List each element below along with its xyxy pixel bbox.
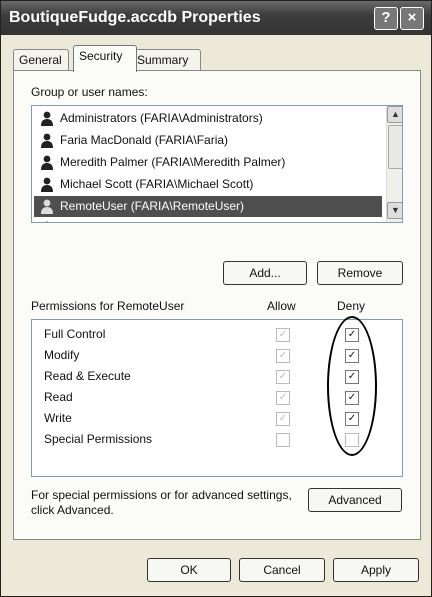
vertical-scrollbar[interactable]: ▲ ▼ — [386, 106, 402, 222]
scroll-thumb[interactable] — [388, 125, 402, 169]
user-list-item[interactable]: Administrators (FARIA\Administrators) — [34, 108, 382, 129]
advanced-note-line2: click Advanced. — [31, 503, 114, 517]
security-panel: Group or user names: Administrators (FAR… — [13, 70, 421, 540]
add-button[interactable]: Add... — [223, 261, 307, 285]
user-list-item[interactable]: Michael Scott (FARIA\Michael Scott) — [34, 174, 382, 195]
deny-highlight-circle — [327, 316, 377, 456]
close-button[interactable]: × — [400, 7, 424, 30]
deny-column-label: Deny — [337, 299, 366, 313]
tab-general[interactable]: General — [13, 49, 69, 70]
user-listbox[interactable]: Administrators (FARIA\Administrators) Far… — [31, 105, 403, 223]
advanced-note-line1: For special permissions or for advanced … — [31, 488, 292, 502]
user-list-item[interactable]: Meredith Palmer (FARIA\Meredith Palmer) — [34, 152, 382, 173]
allow-column-label: Allow — [267, 299, 296, 313]
allow-checkbox: ✓ — [276, 370, 290, 384]
user-name: Michael Scott (FARIA\Michael Scott) — [60, 177, 254, 191]
user-name: Stanley Hudson (FARIA\Stanley Hudson) — [60, 218, 279, 222]
user-icon — [40, 199, 54, 214]
title-bar[interactable]: BoutiqueFudge.accdb Properties ? × — [1, 1, 431, 35]
user-icon — [40, 155, 54, 170]
remove-button[interactable]: Remove — [317, 261, 403, 285]
user-list-item[interactable]: Faria MacDonald (FARIA\Faria) — [34, 130, 382, 151]
advanced-button[interactable]: Advanced — [308, 488, 402, 512]
user-name: Administrators (FARIA\Administrators) — [60, 111, 263, 125]
user-icon — [40, 111, 54, 126]
permission-name: Read & Execute — [44, 369, 131, 383]
allow-checkbox — [276, 433, 290, 447]
user-list-item[interactable]: Stanley Hudson (FARIA\Stanley Hudson) — [34, 218, 382, 222]
allow-checkbox: ✓ — [276, 349, 290, 363]
tab-security[interactable]: Security — [73, 45, 137, 72]
apply-button[interactable]: Apply — [333, 558, 419, 582]
allow-checkbox: ✓ — [276, 391, 290, 405]
user-icon — [40, 177, 54, 192]
user-icon — [40, 221, 54, 222]
scroll-up-icon[interactable]: ▲ — [387, 106, 402, 123]
permission-name: Special Permissions — [44, 432, 153, 446]
ok-button[interactable]: OK — [147, 558, 231, 582]
allow-checkbox: ✓ — [276, 328, 290, 342]
user-name: RemoteUser (FARIA\RemoteUser) — [60, 199, 245, 213]
allow-checkbox: ✓ — [276, 412, 290, 426]
cancel-button[interactable]: Cancel — [239, 558, 325, 582]
properties-window: BoutiqueFudge.accdb Properties ? × Gener… — [0, 0, 432, 597]
user-name: Faria MacDonald (FARIA\Faria) — [60, 133, 229, 147]
window-title: BoutiqueFudge.accdb Properties — [9, 9, 261, 26]
user-icon — [40, 133, 54, 148]
permission-name: Read — [44, 390, 73, 404]
permission-name: Write — [44, 411, 72, 425]
help-button[interactable]: ? — [374, 7, 398, 30]
permissions-header: Permissions for RemoteUser — [31, 299, 185, 313]
permission-name: Full Control — [44, 327, 106, 341]
group-label: Group or user names: — [31, 85, 148, 99]
scroll-down-icon[interactable]: ▼ — [387, 202, 402, 219]
user-list-item[interactable]: RemoteUser (FARIA\RemoteUser) — [34, 196, 382, 217]
user-name: Meredith Palmer (FARIA\Meredith Palmer) — [60, 155, 286, 169]
tab-summary[interactable]: Summary — [131, 49, 201, 70]
permission-name: Modify — [44, 348, 80, 362]
